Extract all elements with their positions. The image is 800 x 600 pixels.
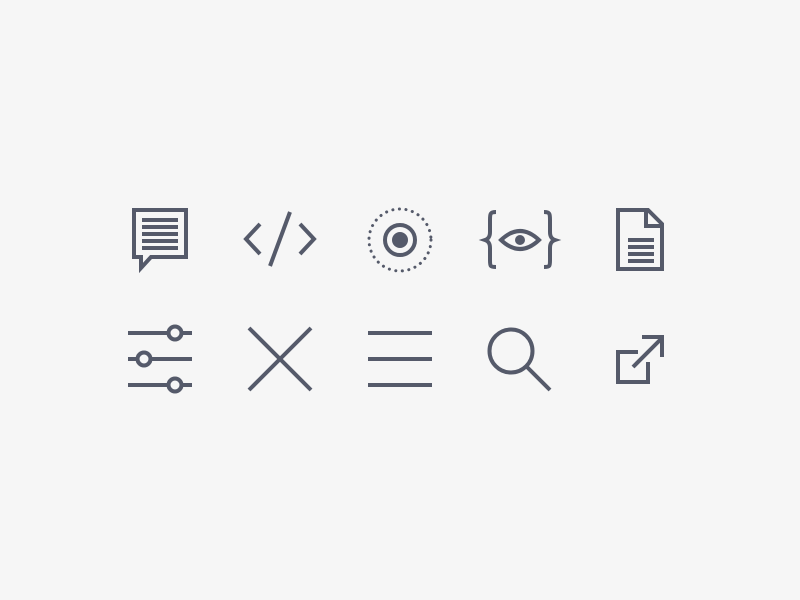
icon-grid (0, 0, 800, 600)
search-icon[interactable] (480, 320, 560, 400)
menu-icon[interactable] (360, 320, 440, 400)
external-link-icon[interactable] (600, 320, 680, 400)
code-icon[interactable] (240, 200, 320, 280)
chat-bubble-icon[interactable] (120, 200, 200, 280)
sliders-icon[interactable] (120, 320, 200, 400)
radio-target-icon[interactable] (360, 200, 440, 280)
close-icon[interactable] (240, 320, 320, 400)
eye-braces-icon[interactable] (478, 200, 562, 280)
document-icon[interactable] (600, 200, 680, 280)
